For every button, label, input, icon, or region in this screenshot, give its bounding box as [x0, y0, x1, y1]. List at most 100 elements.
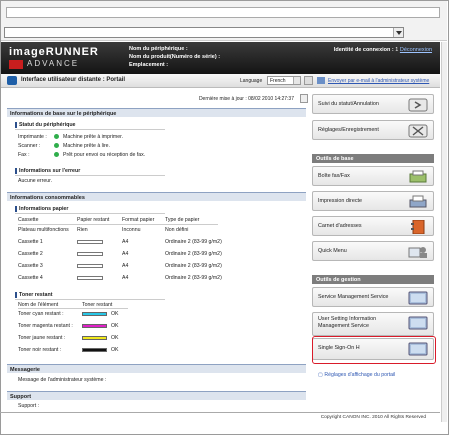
- paper-type: Ordinaire 2 (83-99 g/m2): [165, 275, 222, 281]
- paper-cassette: Cassette 3: [18, 263, 43, 269]
- button-label: Service Management Service: [318, 294, 389, 300]
- paper-format: A4: [122, 263, 129, 269]
- paper-format: A4: [122, 239, 129, 245]
- portal-bar: Interface utilisateur distante : Portail…: [1, 74, 440, 88]
- scrollbar[interactable]: [441, 42, 447, 422]
- fax-inbox-button[interactable]: Boîte fax/Fax: [312, 166, 434, 186]
- toner-name: Toner jaune restant :: [18, 335, 66, 341]
- logo-mark: [9, 60, 23, 69]
- status-ok-icon: [54, 152, 59, 157]
- direct-print-button[interactable]: Impression directe: [312, 191, 434, 211]
- email-admin-link[interactable]: Envoyer par e-mail à l'administrateur sy…: [328, 78, 429, 84]
- toner-name: Toner magenta restant :: [18, 323, 73, 329]
- portal-icon: [7, 76, 17, 85]
- button-label: Suivi du statut/Annulation: [318, 101, 379, 107]
- paper-type: Ordinaire 2 (83-99 g/m2): [165, 251, 222, 257]
- basic-tools-header: Outils de base: [312, 154, 434, 163]
- logout-link[interactable]: Déconnexion: [400, 47, 432, 53]
- refresh-icon[interactable]: [300, 94, 308, 103]
- paper-cassette: Cassette 4: [18, 275, 43, 281]
- service-icon: [408, 316, 428, 330]
- divider: [18, 224, 218, 225]
- browser-dropdown[interactable]: [4, 27, 404, 38]
- quick-menu-icon: [408, 247, 427, 258]
- paper-type: Ordinaire 2 (83-99 g/m2): [165, 263, 222, 269]
- service-icon: [408, 291, 428, 305]
- logo-advance: ADVANCE: [27, 59, 80, 68]
- paper-col-header: Papier restant: [77, 217, 110, 223]
- support-label: Support :: [18, 403, 40, 409]
- paper-cassette: Plateau multifonctions: [18, 227, 69, 233]
- management-tools-header: Outils de gestion: [312, 275, 434, 284]
- language-value: French: [270, 78, 286, 84]
- toner-status: OK: [111, 347, 119, 353]
- last-update: Dernière mise à jour : 08/02 2010 14:27:…: [198, 96, 294, 102]
- footer: Copyright CANON INC. 2010 All Rights Res…: [0, 412, 440, 422]
- paper-type: Non défini: [165, 227, 189, 233]
- address-book-button[interactable]: Carnet d'adresses: [312, 216, 434, 236]
- paper-type: Ordinaire 2 (83-99 g/m2): [165, 239, 222, 245]
- language-apply-button[interactable]: [304, 76, 313, 85]
- page-title: Interface utilisateur distante : Portail: [21, 77, 126, 83]
- device-status-header: Statut du périphérique: [15, 122, 76, 128]
- browser-toolbar: [1, 1, 447, 41]
- message-header: Messagerie: [7, 364, 306, 373]
- quick-menu-button[interactable]: Quick Menu: [312, 241, 434, 261]
- paper-level-bar: [77, 240, 103, 244]
- paper-format: Inconnu: [122, 227, 141, 233]
- paper-level-bar: [77, 276, 103, 280]
- chevron-down-icon[interactable]: [393, 28, 403, 37]
- highlight-frame: [312, 336, 436, 364]
- toner-status: OK: [111, 311, 119, 317]
- status-monitor-icon: [408, 98, 428, 112]
- address-book-icon: [411, 220, 425, 234]
- paper-header: Informations papier: [15, 206, 68, 212]
- fax-icon: [409, 170, 427, 183]
- status-label: Imprimante :: [18, 134, 47, 140]
- status-ok-icon: [54, 143, 59, 148]
- toner-swatch: [82, 336, 107, 340]
- service-management-button[interactable]: Service Management Service: [312, 287, 434, 307]
- status-label: Scanner :: [18, 143, 41, 149]
- paper-remaining: Rien: [77, 227, 88, 233]
- button-label: Carnet d'adresses: [318, 223, 362, 229]
- logo-imagerunner: imageRUNNER: [9, 46, 99, 58]
- divider: [15, 129, 165, 130]
- paper-col-header: Type de papier: [165, 217, 200, 223]
- error-value: Aucune erreur.: [18, 178, 53, 184]
- language-label: Language: [240, 78, 263, 84]
- paper-format: A4: [122, 251, 129, 257]
- settings-icon: ▢: [318, 372, 323, 378]
- login-identity: Identité de connexion : 1 Déconnexion: [334, 47, 432, 53]
- status-value: Prêt pour envoi ou réception de fax.: [63, 152, 146, 158]
- settings-registration-button[interactable]: Réglages/Enregistrement: [312, 120, 434, 140]
- status-ok-icon: [54, 134, 59, 139]
- browser-address-bar[interactable]: [6, 7, 440, 18]
- paper-level-bar: [77, 264, 103, 268]
- paper-col-header: Cassette: [18, 217, 39, 223]
- button-label: Boîte fax/Fax: [318, 173, 350, 179]
- toner-header: Toner restant: [15, 292, 52, 298]
- product-name-label: Nom du produit(Numéro de série) :: [129, 54, 221, 60]
- portal-display-settings-link[interactable]: ▢ Réglages d'affichage du portail: [318, 372, 395, 378]
- paper-level-bar: [77, 252, 103, 256]
- button-label: Réglages/Enregistrement: [318, 127, 379, 133]
- printer-icon: [409, 195, 427, 208]
- button-label: User Setting Information Management Serv…: [318, 316, 377, 329]
- status-label: Fax :: [18, 152, 30, 158]
- envelope-icon: [317, 77, 325, 84]
- user-setting-management-button[interactable]: User Setting Information Management Serv…: [312, 312, 434, 336]
- language-select[interactable]: French: [267, 76, 301, 85]
- app-header: imageRUNNER ADVANCE Nom du périphérique …: [1, 42, 440, 74]
- consumables-header: Informations consommables: [7, 192, 306, 201]
- toner-status: OK: [111, 323, 119, 329]
- tools-icon: [408, 124, 428, 138]
- paper-cassette: Cassette 2: [18, 251, 43, 257]
- message-label: Message de l'administrateur système :: [18, 377, 107, 383]
- toner-swatch: [82, 348, 107, 352]
- button-label: Quick Menu: [318, 248, 347, 254]
- status-monitor-button[interactable]: Suivi du statut/Annulation: [312, 94, 434, 114]
- divider: [18, 308, 128, 309]
- location-label: Emplacement :: [129, 62, 169, 68]
- chevron-down-icon: [293, 77, 300, 84]
